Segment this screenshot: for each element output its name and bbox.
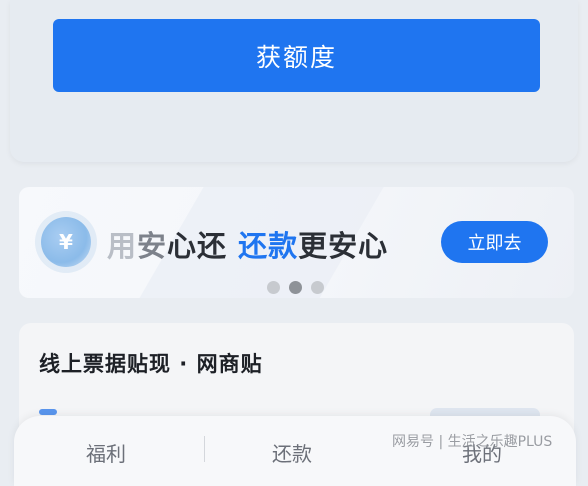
bill-discount-title: 线上票据贴现 · 网商贴 [39, 352, 263, 376]
banner-slogan: 用安心还 还款更安心 [107, 223, 388, 265]
get-credit-button[interactable]: 获额度 [53, 19, 540, 92]
watermark: 网易号 | 生活之乐趣PLUS [392, 434, 553, 450]
partial-content-indicator [39, 409, 57, 415]
slogan-highlight: 还款 [238, 229, 299, 263]
carousel-dot[interactable] [267, 281, 280, 294]
yuan-coin-icon: ¥ [41, 217, 91, 267]
yuan-symbol: ¥ [59, 230, 73, 254]
tab-divider [204, 436, 205, 462]
carousel-indicator [267, 281, 324, 294]
slogan-part-3: 心还 [167, 229, 239, 263]
slogan-part-2: 安 [137, 229, 168, 263]
tab-repay[interactable]: 还款 [272, 438, 312, 467]
go-now-button[interactable]: 立即去 [441, 221, 548, 263]
carousel-dot[interactable] [311, 281, 324, 294]
carousel-dot-active[interactable] [289, 281, 302, 294]
slogan-part-4: 更安心 [298, 229, 389, 263]
tab-welfare[interactable]: 福利 [86, 438, 126, 467]
slogan-part-1: 用 [107, 229, 138, 263]
